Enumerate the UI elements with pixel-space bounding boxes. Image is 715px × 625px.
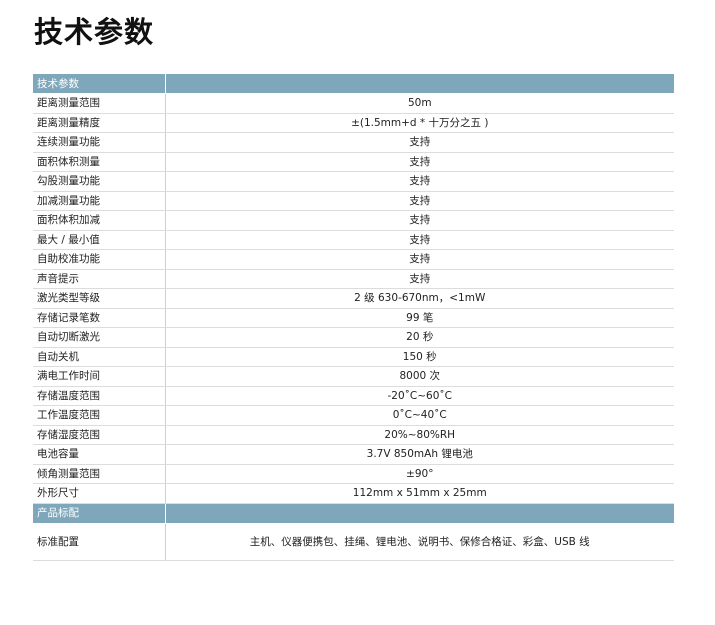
table-row: 面积体积测量 支持 [33, 152, 674, 172]
spec-value: 支持 [165, 269, 674, 289]
table-row: 满电工作时间 8000 次 [33, 366, 674, 387]
table-row: 存储温度范围 -20˚C~60˚C [33, 386, 674, 406]
table-row: 面积体积加减 支持 [33, 210, 674, 231]
section-header-blank [165, 74, 674, 94]
spec-label: 标准配置 [33, 523, 166, 561]
spec-label: 存储记录笔数 [33, 308, 166, 328]
section-header-row: 技术参数 [33, 74, 674, 94]
spec-value: 支持 [165, 230, 674, 250]
section-header: 技术参数 [33, 74, 166, 94]
table-row: 存储湿度范围 20%~80%RH [33, 425, 674, 445]
spec-label: 连续测量功能 [33, 132, 166, 153]
spec-label: 自动关机 [33, 347, 166, 367]
table-row: 倾角测量范围 ±90° [33, 464, 674, 484]
table-row: 勾股测量功能 支持 [33, 171, 674, 192]
spec-value: 20 秒 [165, 327, 674, 348]
spec-label: 面积体积加减 [33, 210, 166, 231]
spec-label: 勾股测量功能 [33, 171, 166, 192]
table-row: 激光类型等级 2 级 630-670nm，<1mW [33, 288, 674, 309]
table-row: 加减测量功能 支持 [33, 191, 674, 211]
table-row: 标准配置 主机、仪器便携包、挂绳、锂电池、说明书、保修合格证、彩盒、USB 线 [33, 523, 674, 561]
spec-label: 外形尺寸 [33, 483, 166, 504]
spec-value: -20˚C~60˚C [165, 386, 674, 406]
spec-table: 技术参数 距离测量范围 50m 距离测量精度 ±(1.5mm+d * 十万分之五 ) 连续… [33, 74, 674, 561]
spec-value: 支持 [165, 171, 674, 192]
spec-value: ±90° [165, 464, 674, 484]
spec-label: 工作温度范围 [33, 405, 166, 426]
spec-label: 满电工作时间 [33, 366, 166, 387]
spec-label: 距离测量精度 [33, 113, 166, 133]
spec-value: 0˚C~40˚C [165, 405, 674, 426]
table-row: 外形尺寸 112mm x 51mm x 25mm [33, 483, 674, 504]
spec-label: 加减测量功能 [33, 191, 166, 211]
spec-label: 电池容量 [33, 444, 166, 465]
page-title: 技术参数 [34, 15, 155, 49]
spec-value: ±(1.5mm+d * 十万分之五 ) [165, 113, 674, 133]
table-row: 电池容量 3.7V 850mAh 锂电池 [33, 444, 674, 465]
spec-label: 自助校准功能 [33, 249, 166, 270]
table-row: 存储记录笔数 99 笔 [33, 308, 674, 328]
spec-label: 存储湿度范围 [33, 425, 166, 445]
table-row: 距离测量范围 50m [33, 93, 674, 114]
section-header-blank [165, 503, 674, 524]
section-header: 产品标配 [33, 503, 166, 524]
spec-label: 自动切断激光 [33, 327, 166, 348]
table-row: 声音提示 支持 [33, 269, 674, 289]
table-row: 工作温度范围 0˚C~40˚C [33, 405, 674, 426]
spec-value: 99 笔 [165, 308, 674, 328]
spec-value: 112mm x 51mm x 25mm [165, 483, 674, 504]
spec-label: 倾角测量范围 [33, 464, 166, 484]
table-row: 距离测量精度 ±(1.5mm+d * 十万分之五 ) [33, 113, 674, 133]
spec-value: 3.7V 850mAh 锂电池 [165, 444, 674, 465]
spec-label: 存储温度范围 [33, 386, 166, 406]
spec-value: 支持 [165, 210, 674, 231]
spec-label: 面积体积测量 [33, 152, 166, 172]
spec-value: 支持 [165, 132, 674, 153]
table-row: 连续测量功能 支持 [33, 132, 674, 153]
spec-value: 150 秒 [165, 347, 674, 367]
spec-label: 距离测量范围 [33, 93, 166, 114]
table-row: 自动切断激光 20 秒 [33, 327, 674, 348]
spec-label: 声音提示 [33, 269, 166, 289]
spec-value: 支持 [165, 249, 674, 270]
spec-value: 8000 次 [165, 366, 674, 387]
section-header-row: 产品标配 [33, 503, 674, 524]
table-row: 自动关机 150 秒 [33, 347, 674, 367]
table-row: 最大 / 最小值 支持 [33, 230, 674, 250]
spec-value: 支持 [165, 152, 674, 172]
spec-label: 最大 / 最小值 [33, 230, 166, 250]
spec-value: 主机、仪器便携包、挂绳、锂电池、说明书、保修合格证、彩盒、USB 线 [165, 523, 674, 561]
spec-value: 2 级 630-670nm，<1mW [165, 288, 674, 309]
spec-value: 支持 [165, 191, 674, 211]
spec-label: 激光类型等级 [33, 288, 166, 309]
spec-value: 50m [165, 93, 674, 114]
spec-table-body: 技术参数 距离测量范围 50m 距离测量精度 ±(1.5mm+d * 十万分之五 ) 连续… [33, 74, 674, 561]
table-row: 自助校准功能 支持 [33, 249, 674, 270]
spec-value: 20%~80%RH [165, 425, 674, 445]
